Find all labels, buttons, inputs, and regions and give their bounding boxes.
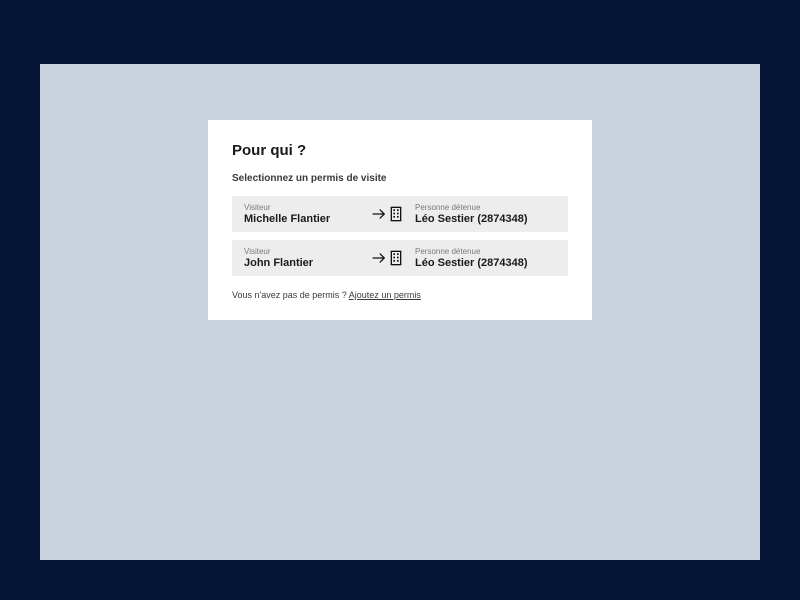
arrow-building-icon-group [372, 206, 403, 222]
page-wrapper: Pour qui ? Selectionnez un permis de vis… [40, 64, 760, 560]
detainee-name: Léo Sestier (2874348) [415, 213, 556, 225]
detainee-block: Personne détenue Léo Sestier (2874348) [415, 247, 556, 269]
footer-text: Vous n'avez pas de permis ? Ajoutez un p… [232, 290, 568, 300]
building-icon [389, 250, 403, 266]
detainee-name: Léo Sestier (2874348) [415, 257, 556, 269]
detainee-label: Personne détenue [415, 203, 556, 212]
add-permit-link[interactable]: Ajoutez un permis [349, 290, 421, 300]
visitor-block: Visiteur Michelle Flantier [244, 203, 372, 225]
footer-prefix: Vous n'avez pas de permis ? [232, 290, 349, 300]
form-card: Pour qui ? Selectionnez un permis de vis… [208, 120, 592, 320]
card-title: Pour qui ? [232, 142, 568, 159]
visitor-label: Visiteur [244, 247, 372, 256]
visitor-name: John Flantier [244, 257, 372, 269]
permit-option[interactable]: Visiteur John Flantier [232, 240, 568, 276]
permit-list: Visiteur Michelle Flantier [232, 196, 568, 276]
visitor-name: Michelle Flantier [244, 213, 372, 225]
card-subtitle: Selectionnez un permis de visite [232, 173, 568, 184]
arrow-building-icon-group [372, 250, 403, 266]
visitor-block: Visiteur John Flantier [244, 247, 372, 269]
detainee-label: Personne détenue [415, 247, 556, 256]
arrow-right-icon [372, 252, 386, 264]
arrow-right-icon [372, 208, 386, 220]
detainee-block: Personne détenue Léo Sestier (2874348) [415, 203, 556, 225]
building-icon [389, 206, 403, 222]
permit-option[interactable]: Visiteur Michelle Flantier [232, 196, 568, 232]
visitor-label: Visiteur [244, 203, 372, 212]
